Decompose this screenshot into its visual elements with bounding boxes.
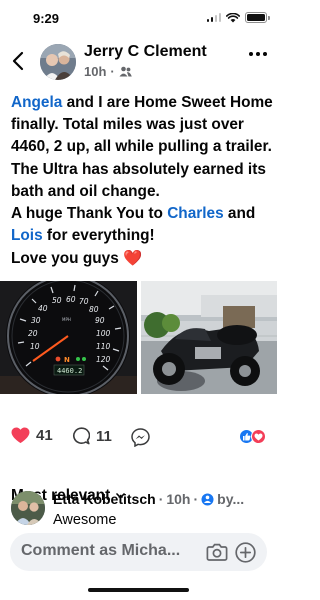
post-body: Angela and I are Home Sweet Home finally… [11, 94, 273, 267]
svg-text:30: 30 [31, 316, 41, 325]
comment-composer [10, 533, 267, 571]
svg-text:70: 70 [79, 297, 89, 306]
status-icons [206, 12, 270, 23]
messenger-share-icon[interactable] [131, 428, 150, 447]
post-text-segment: Love you guys [11, 250, 124, 268]
svg-text:100: 100 [96, 329, 111, 338]
love-reaction-icon [251, 429, 266, 444]
back-chevron-icon[interactable] [11, 51, 25, 71]
mention-link[interactable]: Charles [167, 205, 223, 222]
reactions-bar: 41 11 [0, 425, 277, 449]
svg-text:60: 60 [66, 295, 76, 304]
post-media: 50 60 70 80 40 30 90 20 100 10 110 120 MPH N 446… [0, 281, 277, 394]
likes-count-text: 41 [36, 427, 53, 444]
post-meta: 10h · [84, 64, 132, 79]
comment-by-label[interactable]: by... [217, 491, 244, 507]
author-badge-icon [201, 493, 214, 505]
reaction-icons[interactable] [239, 429, 266, 444]
add-plus-icon[interactable] [235, 542, 256, 563]
svg-text:N: N [64, 356, 70, 364]
svg-text:80: 80 [89, 305, 99, 314]
post-text-segment: A huge Thank You to [11, 205, 168, 223]
status-time: 9:29 [33, 11, 60, 26]
heart-outline-icon [11, 427, 30, 444]
svg-text:40: 40 [38, 304, 48, 313]
wifi-icon [226, 12, 240, 22]
svg-text:20: 20 [28, 329, 38, 338]
svg-text:MPH: MPH [62, 317, 71, 322]
commenter-avatar[interactable] [11, 491, 45, 525]
author-avatar[interactable] [40, 44, 76, 80]
meta-separator: · [193, 491, 199, 507]
comment-time: 10h [166, 491, 191, 507]
meta-separator: · [110, 64, 115, 79]
post-text: Angela and I are Home Sweet Home finally… [11, 92, 273, 271]
mention-link[interactable]: Lois [11, 227, 43, 244]
friends-audience-icon[interactable] [119, 66, 132, 77]
svg-text:10: 10 [30, 342, 40, 351]
more-options-icon[interactable] [249, 52, 267, 56]
comments-count[interactable]: 11 [72, 427, 112, 445]
svg-text:90: 90 [95, 316, 105, 325]
cellular-signal-icon [206, 13, 221, 22]
comment-bubble-icon [73, 427, 90, 445]
mention-link[interactable]: Angela [11, 94, 62, 111]
commenter-name[interactable]: Etta Kobetitsch [53, 491, 156, 507]
svg-text:50: 50 [52, 296, 62, 305]
post-text-segment: for everything! [42, 227, 155, 245]
post-text-segment: and [223, 205, 256, 223]
camera-icon[interactable] [206, 542, 228, 562]
likes-count[interactable]: 41 [11, 427, 53, 444]
speedometer-photo[interactable]: 50 60 70 80 40 30 90 20 100 10 110 120 MPH N 446… [0, 281, 137, 394]
post-header: Jerry C Clement 10h · [0, 40, 277, 85]
svg-text:4460.2: 4460.2 [57, 367, 82, 375]
home-indicator [88, 588, 189, 592]
svg-text:110: 110 [96, 342, 111, 351]
comment-header: Etta Kobetitsch · 10h · by... [53, 491, 244, 507]
heart-emoji: ❤️ [123, 249, 143, 268]
status-bar: 9:29 [0, 0, 277, 34]
comment-text: Awesome [53, 512, 117, 528]
post-time: 10h [84, 64, 107, 79]
meta-separator: · [158, 491, 164, 507]
battery-icon [245, 12, 270, 23]
svg-text:120: 120 [96, 355, 111, 364]
comment-input[interactable] [21, 542, 201, 560]
motorcycle-photo[interactable] [141, 281, 277, 394]
author-name[interactable]: Jerry C Clement [84, 43, 207, 61]
comments-count-text: 11 [96, 427, 112, 445]
